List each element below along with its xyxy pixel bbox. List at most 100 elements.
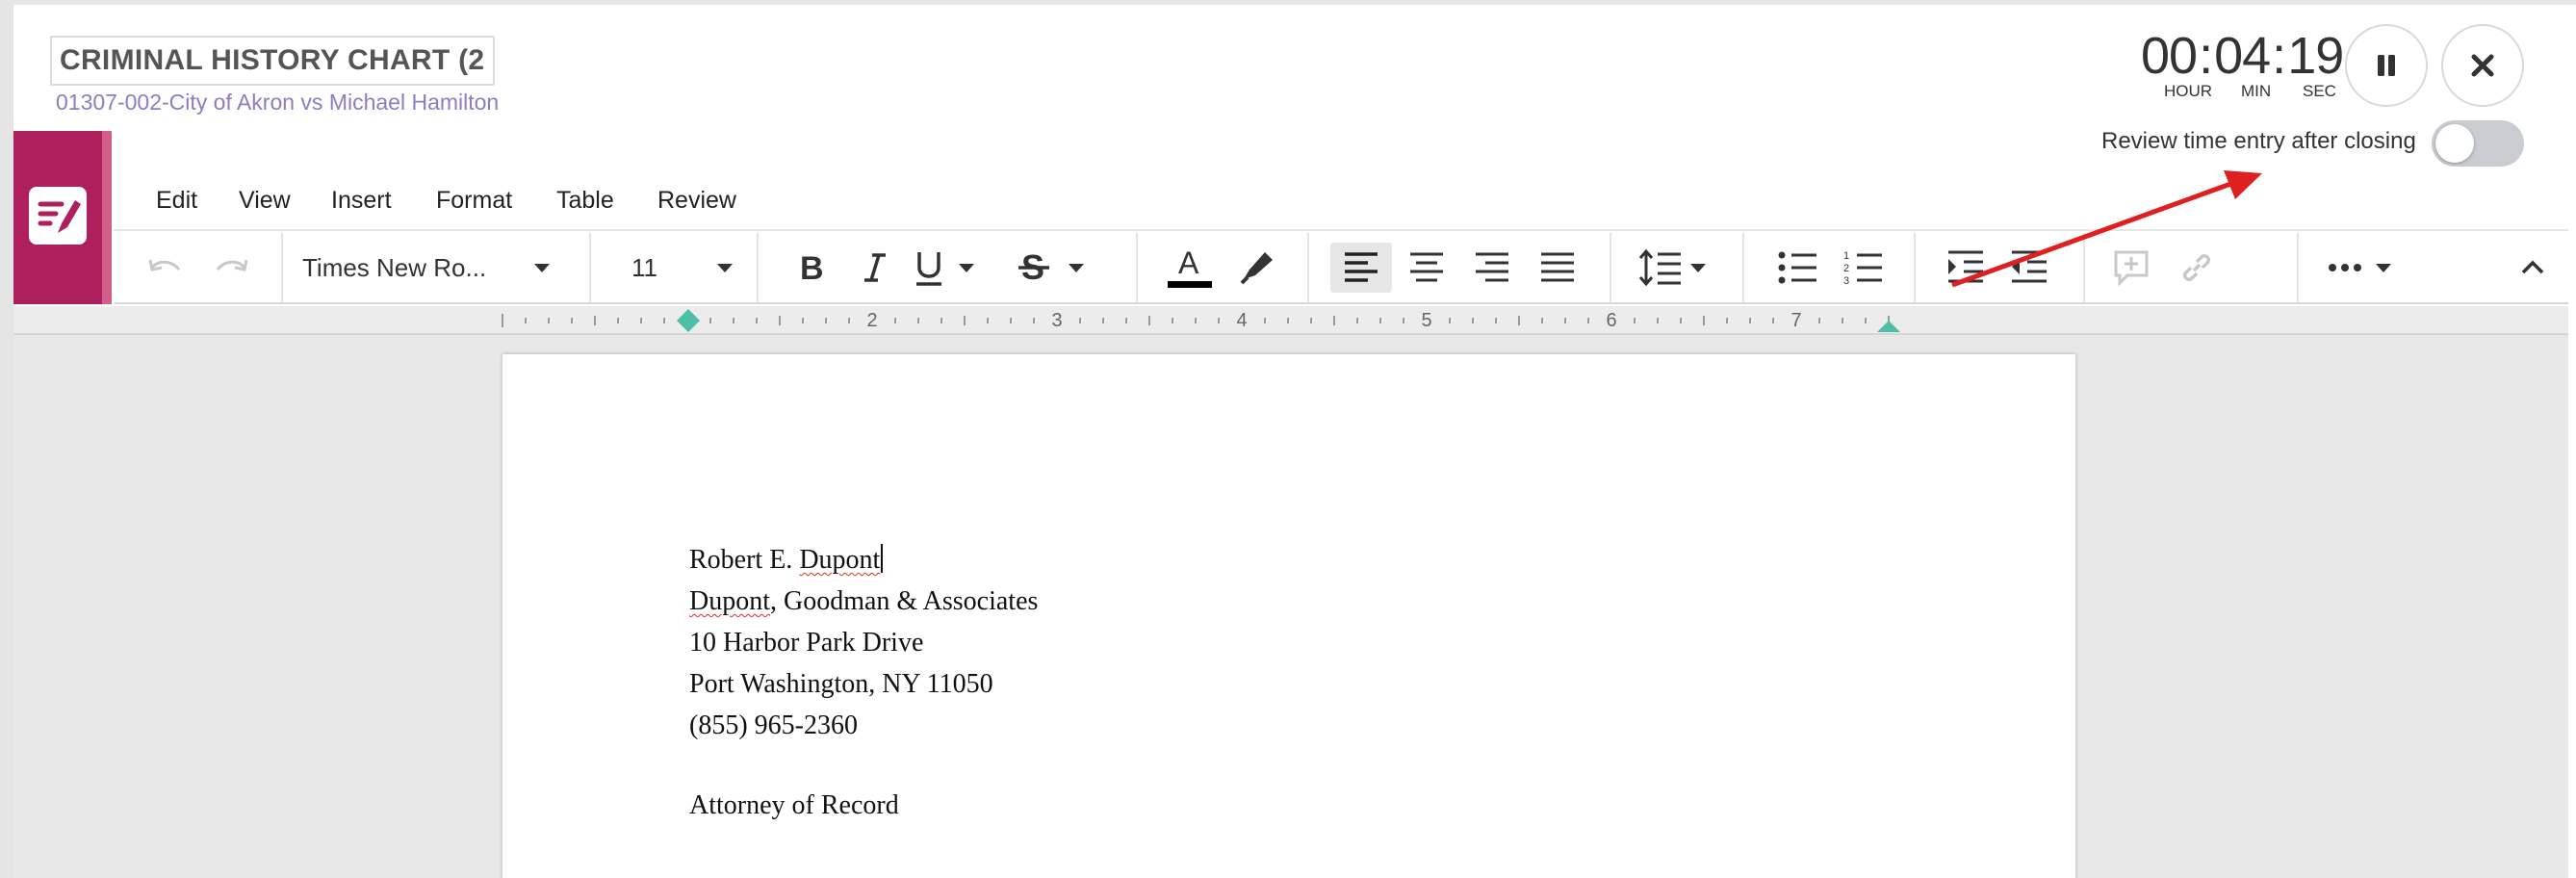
misspelled-word: Dupont	[799, 545, 881, 575]
timer: 00:04:19 HOUR MIN SEC	[2141, 26, 2362, 107]
pause-button[interactable]	[2345, 24, 2428, 107]
ruler-number: 5	[1421, 310, 1431, 331]
svg-text:B: B	[800, 251, 824, 284]
toolbar-separator	[1136, 233, 1138, 302]
numbered-list-icon: 123	[1843, 250, 1882, 286]
italic-icon	[864, 253, 886, 282]
strikethrough-icon: S	[1018, 249, 1049, 286]
underline-icon	[916, 252, 941, 286]
collapse-icon	[2521, 260, 2544, 274]
bullet-list-button[interactable]	[1769, 243, 1827, 293]
chevron-down-icon	[1069, 263, 1084, 272]
review-time-entry-toggle[interactable]	[2432, 120, 2524, 167]
italic-button[interactable]	[851, 243, 899, 293]
toolbar-separator	[1307, 233, 1309, 302]
menu-format[interactable]: Format	[436, 187, 512, 215]
svg-text:1: 1	[1843, 250, 1849, 262]
justify-icon	[1541, 252, 1574, 282]
redo-icon	[216, 259, 248, 271]
toolbar-separator	[2297, 233, 2299, 302]
bullet-list-icon	[1778, 251, 1816, 284]
redo-button[interactable]	[206, 243, 256, 293]
timer-minutes: 04	[2214, 27, 2271, 85]
align-center-button[interactable]	[1398, 243, 1455, 293]
indent-icon	[1948, 250, 1983, 283]
link-icon	[2182, 253, 2211, 282]
right-indent-marker	[1877, 321, 1900, 332]
undo-icon	[148, 259, 181, 271]
toolbar-separator	[281, 233, 283, 302]
timer-colon: :	[2272, 27, 2286, 85]
font-size-select[interactable]: 11	[631, 243, 766, 293]
more-options-button[interactable]	[2328, 243, 2424, 293]
document-line: Attorney of Record	[689, 790, 899, 820]
text-cursor	[881, 544, 884, 573]
ruler-number: 6	[1606, 310, 1616, 331]
justify-button[interactable]	[1529, 243, 1586, 293]
svg-text:A: A	[1178, 245, 1199, 280]
align-right-icon	[1476, 252, 1508, 282]
font-family-select[interactable]: Times New Ro...	[302, 243, 572, 293]
timer-seconds: 19	[2287, 27, 2344, 85]
chevron-down-icon	[534, 263, 551, 272]
toggle-knob	[2435, 124, 2474, 163]
app-logo-panel	[13, 131, 102, 304]
add-comment-icon	[2114, 250, 2149, 287]
menu-insert[interactable]: Insert	[331, 187, 392, 215]
toolbar-separator	[1914, 233, 1916, 302]
document-canvas: 1234567 Robert E. Dupont Dupont, Goodman…	[13, 306, 2568, 878]
ruler[interactable]: 1234567	[13, 306, 2568, 335]
menu-review[interactable]: Review	[657, 187, 736, 215]
align-left-button[interactable]	[1330, 243, 1392, 293]
app-logo-stripe	[102, 131, 112, 304]
toolbar-separator	[589, 233, 591, 302]
review-time-entry-label: Review time entry after closing	[2101, 128, 2416, 154]
outdent-button[interactable]	[2002, 243, 2056, 293]
ruler-number: 7	[1790, 310, 1801, 331]
chevron-down-icon	[959, 263, 974, 272]
close-icon	[2471, 54, 2494, 77]
strikethrough-button[interactable]: S	[1017, 243, 1097, 293]
menu-edit[interactable]: Edit	[156, 187, 197, 215]
document-body[interactable]: Robert E. Dupont Dupont, Goodman & Assoc…	[689, 539, 1038, 826]
indent-button[interactable]	[1939, 243, 1993, 293]
highlight-icon	[1240, 252, 1273, 285]
matter-link[interactable]: 01307-002-City of Akron vs Michael Hamil…	[56, 90, 499, 116]
menu-table[interactable]: Table	[556, 187, 614, 215]
bold-button[interactable]: B	[787, 243, 836, 293]
edit-document-icon	[29, 187, 87, 245]
sec-label: SEC	[2303, 82, 2336, 100]
undo-button[interactable]	[141, 243, 191, 293]
link-button[interactable]	[2170, 243, 2224, 293]
svg-text:2: 2	[1843, 263, 1849, 274]
document-page[interactable]: Robert E. Dupont Dupont, Goodman & Assoc…	[502, 354, 2075, 878]
text-color-button[interactable]: A	[1163, 243, 1217, 293]
font-size-value: 11	[631, 252, 657, 282]
close-button[interactable]	[2441, 24, 2524, 107]
document-title-input[interactable]: CRIMINAL HISTORY CHART (2	[50, 36, 495, 86]
toolbar-separator	[757, 233, 759, 302]
ruler-ticks: 1234567	[502, 310, 1890, 331]
highlight-button[interactable]	[1230, 243, 1284, 293]
timer-colon: :	[2199, 27, 2213, 85]
document-line: Robert E. Dupont	[689, 539, 1038, 581]
line-height-button[interactable]	[1638, 243, 1715, 293]
header: CRIMINAL HISTORY CHART (2 01307-002-City…	[13, 5, 2576, 130]
underline-button[interactable]	[913, 243, 990, 293]
align-right-button[interactable]	[1463, 243, 1521, 293]
chevron-down-icon	[1690, 263, 1706, 272]
chevron-down-icon	[717, 263, 733, 272]
toolbar-separator	[1742, 233, 1744, 302]
text-color-icon: A	[1168, 245, 1212, 288]
font-family-value: Times New Ro...	[302, 252, 487, 282]
window-frame-left	[0, 0, 13, 878]
collapse-toolbar-button[interactable]	[2509, 243, 2557, 293]
min-label: MIN	[2241, 82, 2272, 100]
numbered-list-button[interactable]: 123	[1835, 243, 1893, 293]
hour-label: HOUR	[2164, 82, 2213, 100]
add-comment-button[interactable]	[2104, 243, 2158, 293]
ruler-number: 3	[1051, 310, 1062, 331]
bold-icon: B	[800, 251, 824, 284]
menu-view[interactable]: View	[239, 187, 291, 215]
